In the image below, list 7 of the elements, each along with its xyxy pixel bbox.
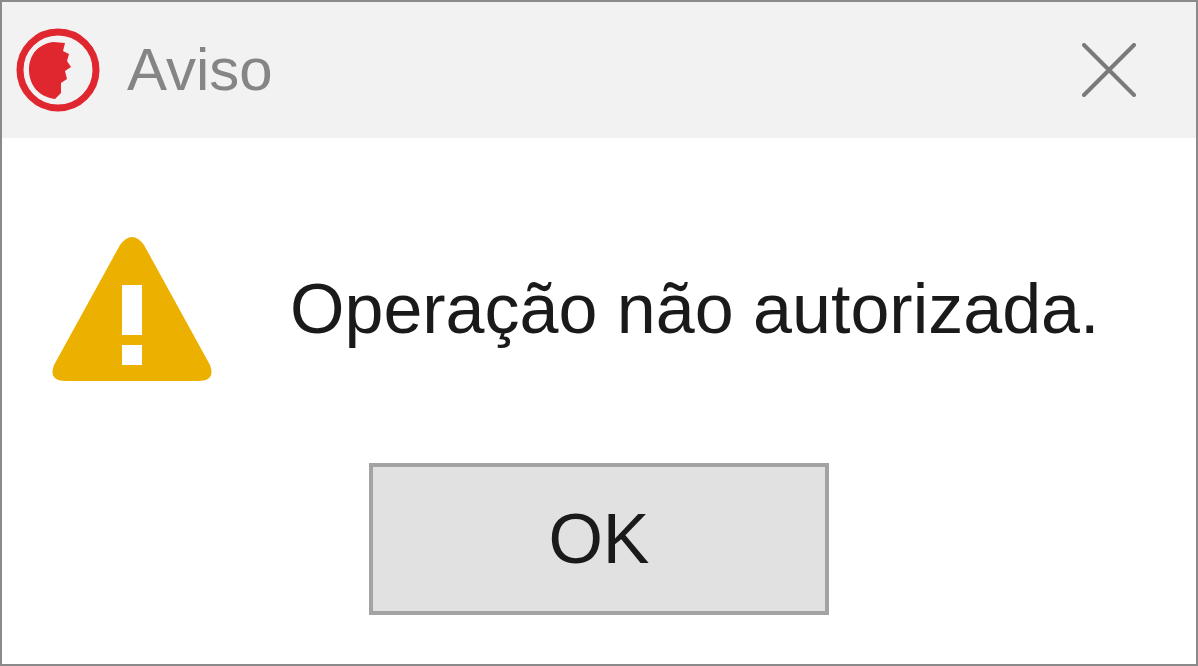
logo-icon (15, 27, 101, 113)
window-title: Aviso (127, 40, 274, 100)
warning-icon (50, 235, 214, 383)
message-text: Operação não autorizada. (290, 270, 1100, 348)
ok-button[interactable]: OK (369, 463, 829, 615)
close-icon (1082, 43, 1136, 97)
close-button[interactable] (1080, 41, 1138, 99)
